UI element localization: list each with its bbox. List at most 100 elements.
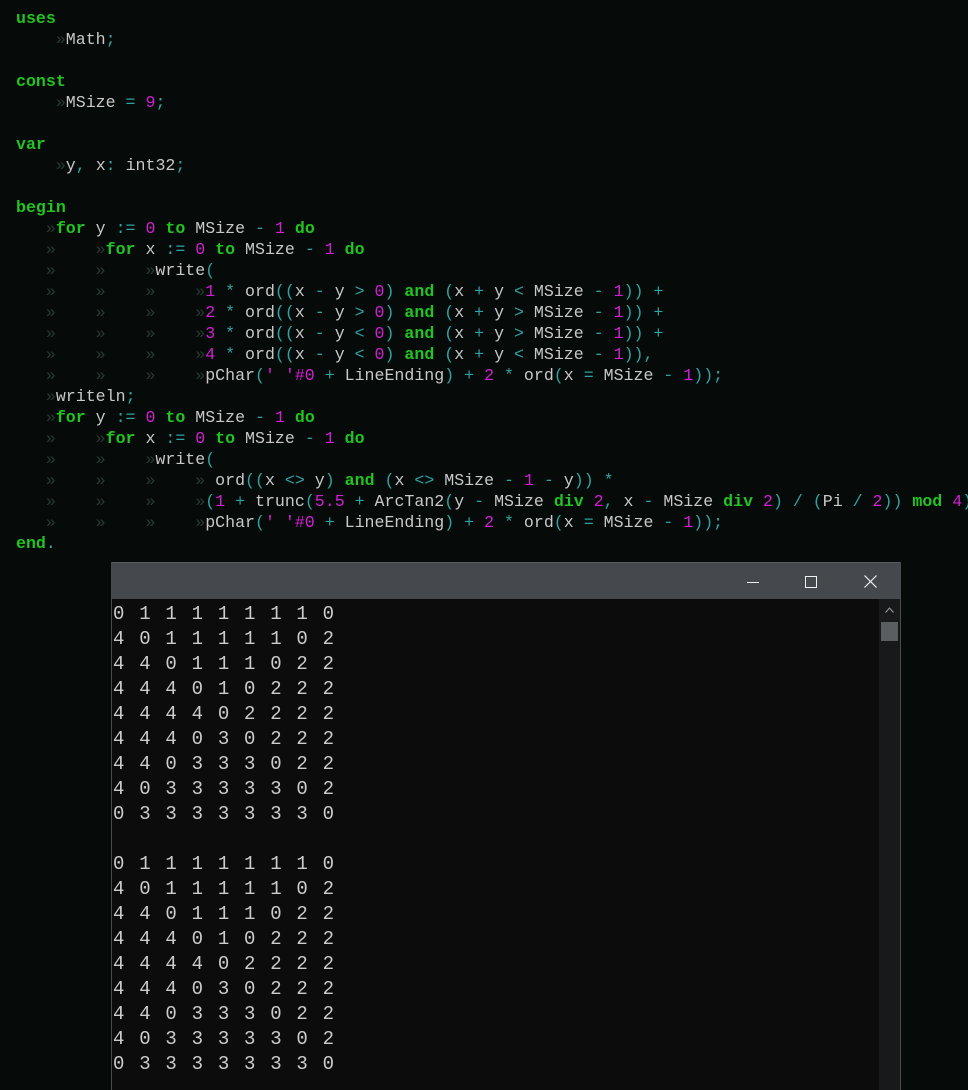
code-token: x (454, 282, 475, 301)
code-token: ord (245, 345, 275, 364)
console-window[interactable]: 0 1 1 1 1 1 1 1 0 4 0 1 1 1 1 1 0 2 4 4 0 … (111, 562, 901, 1090)
code-token: and (404, 282, 435, 301)
code-token: MSize (235, 429, 305, 448)
code-token: » » » » (16, 324, 206, 343)
code-token: ; (175, 156, 186, 175)
code-token: + (225, 492, 256, 511)
code-token: 1 (603, 303, 624, 322)
code-token: - (643, 492, 654, 511)
code-token: MSize (593, 513, 664, 532)
code-token: (( (274, 282, 295, 301)
code-line: var (16, 134, 968, 155)
code-token: < (513, 282, 524, 301)
console-scrollbar[interactable] (879, 599, 900, 1090)
code-token: begin (16, 198, 66, 217)
code-token: 0 (185, 429, 216, 448)
console-output-line: 4 4 4 0 3 0 2 2 2 (113, 978, 336, 1000)
code-token: - (314, 345, 325, 364)
code-token: MSize (434, 471, 505, 490)
code-token: ord (245, 282, 275, 301)
code-token: write (155, 261, 206, 280)
code-token: y (324, 324, 355, 343)
code-token: ord (245, 324, 275, 343)
code-token: )) (882, 492, 913, 511)
code-token: MSize (484, 492, 554, 511)
code-token: do (344, 240, 365, 259)
code-token: ' '#0 (264, 366, 315, 385)
code-token: ; (125, 387, 136, 406)
code-token: const (16, 72, 66, 91)
console-output-line: 4 4 0 1 1 1 0 2 2 (113, 903, 336, 925)
code-token: + (474, 345, 485, 364)
code-token: 0 (364, 345, 385, 364)
code-token: ( (434, 345, 455, 364)
code-token: = (583, 366, 594, 385)
code-token: 1 (314, 240, 345, 259)
code-token: 4 (942, 492, 963, 511)
code-token: MSize (185, 219, 256, 238)
code-token: + (344, 492, 375, 511)
code-token: * (215, 345, 246, 364)
code-token: ( (434, 324, 455, 343)
code-token: * (494, 513, 524, 532)
code-token: MSize (523, 345, 594, 364)
code-token: MSize (523, 282, 594, 301)
code-token: do (344, 429, 365, 448)
close-icon (863, 575, 877, 588)
code-token: y (484, 324, 514, 343)
code-token: y (484, 303, 514, 322)
code-token: 9 (145, 93, 156, 112)
minimize-button[interactable] (724, 563, 782, 600)
code-token: » » » » (16, 303, 206, 322)
code-token: » (16, 408, 56, 427)
code-token: - (314, 282, 325, 301)
code-token: - (474, 492, 485, 511)
code-token: pChar (205, 513, 255, 532)
code-token: ( (255, 366, 265, 385)
code-token: )) + (623, 282, 664, 301)
code-token: - (663, 513, 674, 532)
code-token: : (105, 156, 126, 175)
code-token: := (165, 240, 186, 259)
code-token: )); (693, 513, 724, 532)
code-token: (( (274, 324, 295, 343)
code-token: ( (374, 471, 395, 490)
scrollbar-thumb[interactable] (881, 622, 898, 641)
code-token: » (16, 93, 66, 112)
code-token: ( (255, 513, 265, 532)
code-token: + (314, 513, 345, 532)
code-token: var (16, 135, 46, 154)
scroll-up-button[interactable] (879, 602, 900, 618)
code-line: »MSize = 9; (16, 92, 968, 113)
code-token: x (294, 282, 315, 301)
code-token: y (85, 408, 116, 427)
code-token: , (603, 492, 624, 511)
code-token: < (354, 345, 365, 364)
console-output-line: 0 3 3 3 3 3 3 3 0 (113, 1053, 336, 1075)
code-token: 0 (364, 303, 385, 322)
code-token: x (135, 240, 166, 259)
console-output-line: 0 1 1 1 1 1 1 1 0 (113, 603, 336, 625)
code-token: 1 (603, 345, 624, 364)
code-token: int32 (125, 156, 176, 175)
code-token: ; (155, 93, 166, 112)
code-line: const (16, 71, 968, 92)
code-token: ( (434, 303, 455, 322)
maximize-button[interactable] (782, 563, 840, 600)
console-output: 0 1 1 1 1 1 1 1 0 4 0 1 1 1 1 1 0 2 4 4 0 … (113, 602, 879, 1077)
code-token: ( (205, 450, 216, 469)
code-token: > (354, 303, 365, 322)
code-token: + (474, 282, 485, 301)
code-token: )) * (573, 471, 614, 490)
console-title-bar[interactable] (112, 562, 900, 599)
code-editor[interactable]: uses »Math; const »MSize = 9; var »y, x: i… (16, 8, 968, 554)
code-token: ) + (444, 513, 485, 532)
code-token: » » » » (16, 366, 206, 385)
close-button[interactable] (841, 563, 899, 600)
code-token: (( (245, 471, 265, 490)
code-token: for (105, 240, 136, 259)
code-token: and (404, 303, 435, 322)
